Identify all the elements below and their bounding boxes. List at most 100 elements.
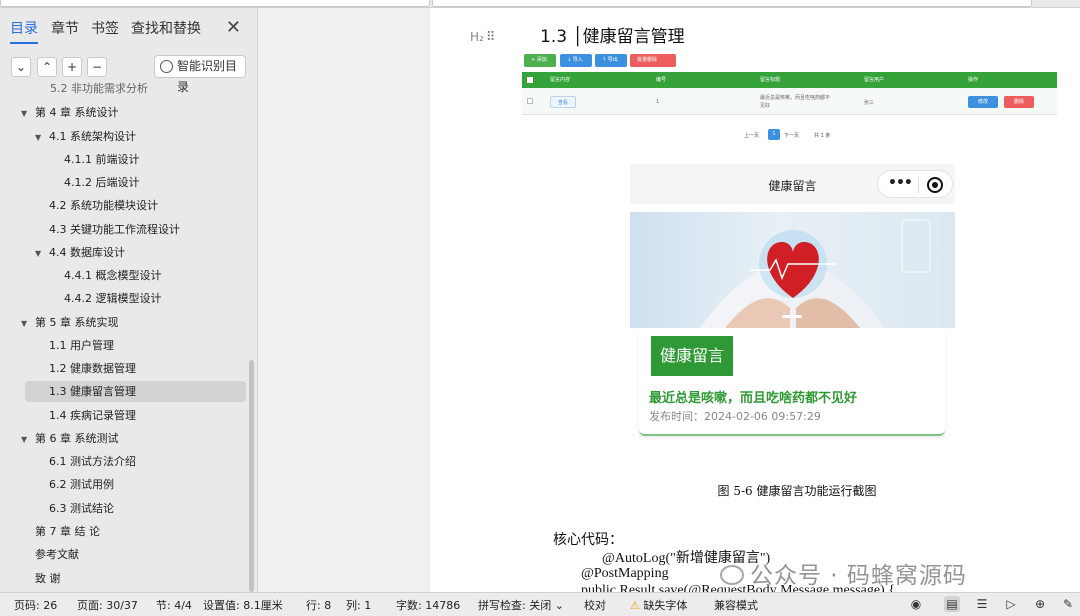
section-tag: 健康留言	[651, 336, 734, 376]
tab-find-replace[interactable]: 查找和替换	[131, 18, 201, 38]
toc-item[interactable]: 6.3 测试结论	[49, 498, 114, 519]
toc-item[interactable]: 1.4 疾病记录管理	[49, 405, 136, 426]
status-page-of[interactable]: 页面: 30/37	[77, 597, 138, 613]
section-heading: 1.3 │健康留言管理	[540, 27, 685, 47]
row-title: 最近总是咳嗽，而且吃啥药都不见好	[760, 95, 831, 109]
row-id: 1	[656, 99, 660, 105]
pager-prev: 上一页	[744, 133, 760, 139]
status-section[interactable]: 节: 4/4	[156, 597, 192, 613]
message-card: 健康留言 最近总是咳嗽，而且吃啥药都不见好 发布时间：2024-02-06 09…	[639, 332, 945, 436]
toc-item[interactable]: 1.1 用户管理	[49, 335, 114, 356]
globe-icon[interactable]: ⊕	[1032, 596, 1048, 612]
mobile-nav-bar: 健康留言 •••	[630, 164, 955, 204]
capsule-divider	[918, 177, 919, 193]
wechat-icon	[720, 565, 744, 585]
document-page[interactable]: H₂ ⠿ 1.3 │健康留言管理 + 添加 ↓ 导入 ↑ 导出 批量删除 留言内容…	[430, 8, 1080, 592]
status-word-count[interactable]: 字数: 14786	[396, 597, 460, 613]
toc-item[interactable]: 5.2 非功能需求分析	[50, 82, 148, 99]
caret-down-icon[interactable]: ▼	[21, 313, 35, 334]
batch-delete-button: 批量删除	[630, 54, 676, 67]
add-heading-button[interactable]: +	[62, 57, 82, 77]
expand-all-button[interactable]: ⌄	[11, 57, 31, 77]
drag-handle-icon[interactable]: ⠿	[486, 30, 496, 45]
hands-heart-illustration	[700, 219, 931, 328]
banner-image	[630, 212, 955, 328]
ruler-left-segment	[0, 0, 430, 7]
sidebar-tabs: 目录 章节 书签 查找和替换	[0, 18, 258, 44]
caret-down-icon[interactable]: ▼	[35, 127, 49, 148]
toc-list: 5.2 非功能需求分析 ▼ 第 4 章 系统设计 ▼ 4.1 系统架构设计 4.1.…	[0, 82, 258, 592]
toc-item[interactable]: 致 谢	[35, 568, 61, 589]
export-button: ↑ 导出	[595, 54, 627, 67]
mini-program-capsule: •••	[877, 170, 953, 198]
warning-icon: ⚠	[630, 599, 640, 612]
outline-view-icon[interactable]: ☰	[974, 596, 990, 612]
play-icon[interactable]: ▷	[1003, 596, 1019, 612]
remove-heading-button[interactable]: −	[87, 57, 107, 77]
toc-item-active[interactable]: 1.3 健康留言管理	[25, 381, 246, 402]
tab-toc[interactable]: 目录	[10, 18, 38, 44]
row-user: 张三	[864, 100, 875, 106]
compat-mode-label[interactable]: 兼容模式	[714, 597, 758, 613]
code-intro: 核心代码：	[553, 533, 623, 548]
navigation-pane: 目录 章节 书签 查找和替换 ✕ ⌄ ⌃ + − 智能识别目录 5.2 非功能需…	[0, 8, 258, 592]
import-button: ↓ 导入	[560, 54, 592, 67]
col-content: 留言内容	[550, 77, 571, 83]
message-title: 最近总是咳嗽，而且吃啥药都不见好	[649, 391, 858, 406]
toc-item[interactable]: 6.1 测试方法介绍	[49, 451, 136, 472]
page-view-icon[interactable]: ▤	[944, 596, 960, 612]
spell-check-toggle[interactable]: 拼写检查: 关闭 ⌄	[478, 597, 564, 613]
status-bar: 页码: 26 页面: 30/37 节: 4/4 设置值: 8.1厘米 行: 8 …	[0, 592, 1080, 616]
pen-icon[interactable]: ✎	[1060, 596, 1076, 612]
pager-next: 下一页	[784, 133, 800, 139]
tab-bookmarks[interactable]: 书签	[91, 18, 119, 38]
toc-item[interactable]: ▼ 第 4 章 系统设计	[21, 102, 119, 123]
toc-item[interactable]: ▼ 4.4 数据库设计	[35, 242, 125, 263]
toc-item[interactable]: 4.1.1 前端设计	[64, 149, 140, 170]
publish-time: 发布时间：2024-02-06 09:57:29	[649, 410, 821, 423]
toc-item[interactable]: ▼ 4.1 系统架构设计	[35, 126, 136, 147]
status-page[interactable]: 页码: 26	[14, 597, 57, 613]
toc-item[interactable]: 4.1.2 后端设计	[64, 172, 140, 193]
edit-button: 修改	[968, 96, 998, 108]
toc-item[interactable]: 6.2 测试用例	[49, 474, 114, 495]
toc-item[interactable]: 4.2 系统功能模块设计	[49, 195, 158, 216]
toc-item[interactable]: 4.4.1 概念模型设计	[64, 265, 162, 286]
toc-item[interactable]: 4.4.2 逻辑模型设计	[64, 288, 162, 309]
ruler-doc-segment[interactable]	[432, 0, 1032, 7]
toc-item[interactable]: 参考文献	[35, 544, 79, 565]
missing-font-button[interactable]: ⚠ 缺失字体	[630, 597, 687, 613]
more-dots-icon: •••	[888, 175, 913, 191]
heading-level-marker[interactable]: H₂ ⠿	[470, 30, 495, 45]
col-action: 操作	[968, 77, 979, 83]
caret-down-icon[interactable]: ▼	[35, 243, 49, 264]
toc-item[interactable]: ▼ 第 5 章 系统实现	[21, 312, 119, 333]
toc-item[interactable]: 1.2 健康数据管理	[49, 358, 136, 379]
proofread-button[interactable]: 校对	[584, 597, 606, 613]
close-icon[interactable]: ✕	[226, 17, 241, 38]
select-all-checkbox	[527, 77, 533, 83]
pager-current: 1	[768, 129, 780, 140]
status-line[interactable]: 行: 8	[306, 597, 331, 613]
table-header: 留言内容 编号 留言标题 留言用户 操作	[522, 72, 1057, 88]
mobile-screenshot: 健康留言 ••• 健康留言 最近总是咳嗽，而且吃啥药都不见好 发布时间：2024…	[630, 164, 955, 438]
caret-down-icon[interactable]: ▼	[21, 103, 35, 124]
toc-item[interactable]: 第 7 章 结 论	[35, 521, 100, 542]
add-button: + 添加	[524, 54, 556, 67]
tab-chapters[interactable]: 章节	[51, 18, 79, 38]
eye-icon[interactable]: ◉	[908, 596, 924, 612]
status-col[interactable]: 列: 1	[346, 597, 371, 613]
smart-toc-button[interactable]: 智能识别目录	[154, 55, 246, 94]
col-title: 留言标题	[760, 77, 781, 83]
watermark: 公众号 · 码蜂窝源码	[720, 556, 967, 589]
caret-down-icon[interactable]: ▼	[21, 429, 35, 450]
close-target-icon	[927, 177, 943, 193]
toc-scrollbar[interactable]	[249, 360, 254, 592]
admin-screenshot: + 添加 ↓ 导入 ↑ 导出 批量删除 留言内容 编号 留言标题 留言用户 操作…	[522, 54, 1057, 154]
top-ruler	[0, 0, 1080, 8]
toc-item[interactable]: 4.3 关键功能工作流程设计	[49, 219, 180, 240]
col-id: 编号	[656, 77, 667, 83]
collapse-button[interactable]: ⌃	[37, 57, 57, 77]
status-setting[interactable]: 设置值: 8.1厘米	[203, 597, 283, 613]
toc-item[interactable]: ▼ 第 6 章 系统测试	[21, 428, 119, 449]
